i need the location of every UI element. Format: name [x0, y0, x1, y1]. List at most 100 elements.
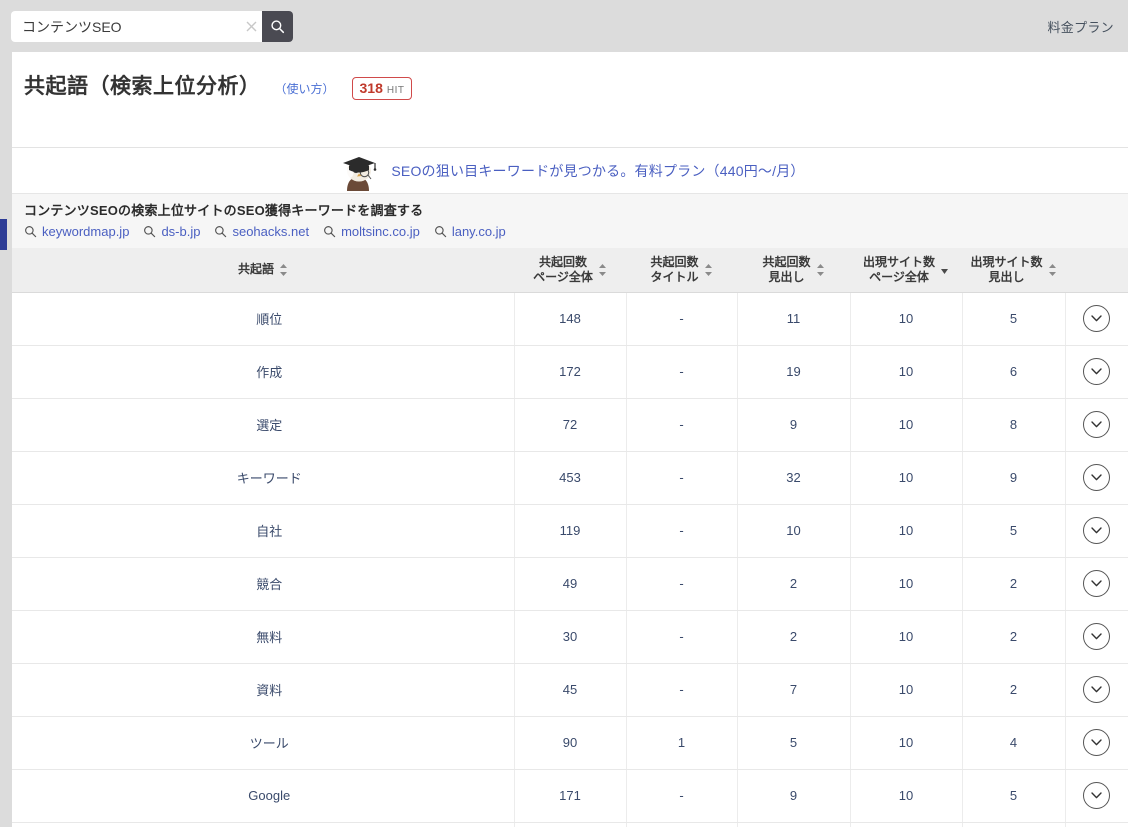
expand-row-button[interactable] [1083, 729, 1110, 756]
column-header-sites-heading[interactable]: 出現サイト数 見出し [962, 248, 1065, 292]
results-table-container[interactable]: 共起語 共起回数 ページ全体 [12, 248, 1128, 827]
cell-count-title: 1 [626, 716, 737, 769]
clear-icon[interactable] [240, 11, 262, 42]
table-row[interactable]: キーワード 453 - 32 10 9 [12, 451, 1128, 504]
chevron-down-icon [1091, 315, 1102, 322]
table-row[interactable]: 資料 45 - 7 10 2 [12, 663, 1128, 716]
table-row[interactable]: 順位 148 - 11 10 5 [12, 292, 1128, 345]
expand-row-button[interactable] [1083, 782, 1110, 809]
cell-count-page: 171 [514, 769, 626, 822]
chevron-down-icon [1091, 686, 1102, 693]
cell-sites-page: 10 [850, 557, 962, 610]
cell-sites-page: 10 [850, 292, 962, 345]
cell-count-page: 148 [514, 292, 626, 345]
cell-count-page: 453 [514, 451, 626, 504]
cell-count-page: 45 [514, 663, 626, 716]
sort-desc-icon [940, 263, 949, 277]
expand-row-button[interactable] [1083, 464, 1110, 491]
cell-keyword: 自社 [12, 504, 514, 557]
cell-keyword: ツール [12, 716, 514, 769]
cell-sites-heading: 2 [962, 663, 1065, 716]
sort-both-icon [816, 263, 825, 277]
cell-count-page: 172 [514, 345, 626, 398]
promo-inner: SEOの狙い目キーワードが見つかる。有料プラン（440円〜/月） [335, 151, 804, 191]
cell-sites-heading: 9 [962, 451, 1065, 504]
column-header-keyword[interactable]: 共起語 [12, 248, 514, 292]
cell-sites-page: 10 [850, 398, 962, 451]
cell-sites-page [850, 822, 962, 827]
site-link[interactable]: keywordmap.jp [24, 224, 129, 239]
table-row[interactable]: 無料 30 - 2 10 2 [12, 610, 1128, 663]
site-link[interactable]: seohacks.net [214, 224, 309, 239]
column-label: 出現サイト数 ページ全体 [863, 255, 935, 285]
site-link-label: lany.co.jp [452, 224, 506, 239]
column-header-count-page[interactable]: 共起回数 ページ全体 [514, 248, 626, 292]
expand-row-button[interactable] [1083, 305, 1110, 332]
site-link[interactable]: lany.co.jp [434, 224, 506, 239]
cell-count-heading: 11 [737, 292, 850, 345]
promo-text[interactable]: SEOの狙い目キーワードが見つかる。有料プラン（440円〜/月） [391, 161, 804, 181]
keyword-block-title: コンテンツSEOの検索上位サイトのSEO獲得キーワードを調査する [24, 200, 423, 219]
expand-row-button[interactable] [1083, 411, 1110, 438]
cell-actions [1065, 398, 1128, 451]
table-row[interactable]: ツール 90 1 5 10 4 [12, 716, 1128, 769]
cell-keyword: 順位 [12, 292, 514, 345]
chevron-down-icon [1091, 633, 1102, 640]
cell-count-title: - [626, 398, 737, 451]
cell-count-heading: 7 [737, 663, 850, 716]
sort-both-icon [279, 263, 288, 277]
expand-row-button[interactable] [1083, 676, 1110, 703]
cell-sites-page: 10 [850, 451, 962, 504]
search-box[interactable] [11, 11, 293, 42]
cell-count-title: - [626, 610, 737, 663]
table-row[interactable]: 選定 72 - 9 10 8 [12, 398, 1128, 451]
cell-count-page: 49 [514, 557, 626, 610]
cell-sites-page: 10 [850, 610, 962, 663]
pricing-plan-link[interactable]: 料金プラン [1047, 17, 1114, 36]
table-row[interactable]: Google 171 - 9 10 5 [12, 769, 1128, 822]
chevron-down-icon [1091, 792, 1102, 799]
expand-row-button[interactable] [1083, 623, 1110, 650]
cell-count-heading: 2 [737, 557, 850, 610]
search-button[interactable] [262, 11, 293, 42]
column-label: 共起回数 ページ全体 [533, 255, 593, 285]
cell-count-heading: 32 [737, 451, 850, 504]
page-title: 共起語（検索上位分析） [24, 70, 261, 100]
cell-count-heading: 19 [737, 345, 850, 398]
site-link[interactable]: ds-b.jp [143, 224, 200, 239]
cell-count-page: 90 [514, 716, 626, 769]
hit-count-badge: 318 HIT [352, 77, 413, 100]
expand-row-button[interactable] [1083, 570, 1110, 597]
table-row[interactable]: 競合 49 - 2 10 2 [12, 557, 1128, 610]
table-row[interactable]: 作成 172 - 19 10 6 [12, 345, 1128, 398]
cell-sites-page: 10 [850, 769, 962, 822]
cell-keyword [12, 822, 514, 827]
page-title-row: 共起語（検索上位分析） （使い方） 318 HIT [24, 70, 412, 100]
search-icon [24, 225, 37, 238]
search-input[interactable] [11, 12, 240, 41]
sort-both-icon [1048, 263, 1057, 277]
table-row[interactable]: 自社 119 - 10 10 5 [12, 504, 1128, 557]
cell-actions [1065, 822, 1128, 827]
cell-actions [1065, 610, 1128, 663]
expand-row-button[interactable] [1083, 517, 1110, 544]
how-to-use-link[interactable]: （使い方） [275, 80, 335, 97]
site-link[interactable]: moltsinc.co.jp [323, 224, 420, 239]
table-row[interactable] [12, 822, 1128, 827]
column-header-count-title[interactable]: 共起回数 タイトル [626, 248, 737, 292]
column-header-count-heading[interactable]: 共起回数 見出し [737, 248, 850, 292]
cell-actions [1065, 292, 1128, 345]
cell-sites-heading: 6 [962, 345, 1065, 398]
column-header-sites-page[interactable]: 出現サイト数 ページ全体 [850, 248, 962, 292]
promo-banner[interactable]: SEOの狙い目キーワードが見つかる。有料プラン（440円〜/月） [12, 147, 1128, 193]
cell-sites-heading: 2 [962, 557, 1065, 610]
cell-actions [1065, 345, 1128, 398]
column-label: 共起回数 見出し [762, 255, 810, 285]
hit-count-unit: HIT [387, 85, 405, 96]
search-icon [143, 225, 156, 238]
cell-sites-heading: 5 [962, 769, 1065, 822]
cell-count-heading: 9 [737, 398, 850, 451]
cell-sites-heading: 5 [962, 504, 1065, 557]
expand-row-button[interactable] [1083, 358, 1110, 385]
title-panel: 共起語（検索上位分析） （使い方） 318 HIT [12, 52, 1128, 147]
